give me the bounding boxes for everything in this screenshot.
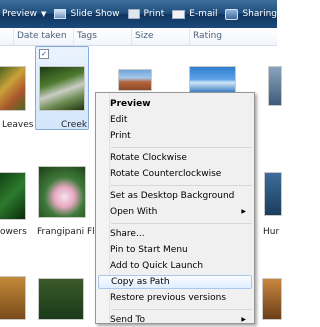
chevron-down-icon: ▼	[41, 10, 47, 18]
slideshow-button[interactable]: Slide Show	[50, 0, 123, 28]
thumbnail-row3-1[interactable]	[0, 276, 26, 320]
thumbnail-label-hurricane: Hur	[263, 227, 280, 237]
menu-item-copy-as-path[interactable]: Copy as Path	[98, 275, 252, 289]
menu-item-share[interactable]: Share...	[98, 227, 252, 241]
thumbnail-flowers[interactable]	[0, 172, 26, 220]
menu-separator	[111, 147, 252, 148]
thumbnail-creek[interactable]	[39, 66, 85, 111]
sharing-label: Sharing Settin	[242, 9, 277, 19]
menu-item-print[interactable]: Print	[98, 129, 252, 143]
menu-item-set-desktop-background[interactable]: Set as Desktop Background	[98, 189, 252, 203]
column-header-tags[interactable]: Tags	[74, 28, 132, 45]
email-icon	[172, 9, 186, 19]
thumbnail-label-frangipani: Frangipani Fl	[37, 227, 95, 237]
column-header-date-taken[interactable]: Date taken	[14, 28, 74, 45]
menu-item-open-with[interactable]: Open With ▶	[98, 205, 252, 219]
thumbnail-frangipani[interactable]	[38, 166, 86, 218]
thumbnail-label-creek: Creek	[61, 120, 88, 130]
thumbnail-row3-2[interactable]	[38, 278, 84, 320]
column-header-size[interactable]: Size	[132, 28, 190, 45]
menu-item-add-to-quick-launch[interactable]: Add to Quick Launch	[98, 259, 252, 273]
menu-item-edit[interactable]: Edit	[98, 113, 252, 127]
thumbnail-edge-1[interactable]	[268, 66, 282, 106]
thumbnail-label-flowers: owers	[0, 227, 27, 237]
column-header-blank[interactable]	[0, 28, 14, 45]
menu-separator	[111, 185, 252, 186]
column-headers: Date taken Tags Size Rating	[0, 28, 277, 46]
email-button[interactable]: E-mail	[168, 0, 221, 28]
slideshow-icon	[54, 9, 67, 19]
print-button[interactable]: Print	[124, 0, 169, 28]
thumbnail-row3-3[interactable]	[262, 278, 282, 320]
submenu-arrow-icon: ▶	[241, 316, 246, 323]
thumbnail-leaves[interactable]	[0, 66, 26, 111]
printer-icon	[127, 9, 140, 19]
slideshow-label: Slide Show	[70, 9, 120, 19]
menu-item-send-to[interactable]: Send To ▶	[98, 313, 252, 327]
preview-label: Preview	[2, 9, 38, 19]
thumbnail-desert[interactable]	[118, 69, 152, 91]
column-header-rating[interactable]: Rating	[190, 28, 277, 45]
thumbnail-label-leaves: Leaves	[2, 120, 34, 130]
submenu-arrow-icon: ▶	[241, 208, 246, 215]
menu-item-pin-to-start[interactable]: Pin to Start Menu	[98, 243, 252, 257]
preview-button[interactable]: Preview ▼	[0, 0, 50, 28]
thumbnail-hurricane[interactable]	[264, 172, 282, 216]
thumbnail-sea[interactable]	[189, 66, 236, 93]
print-label: Print	[143, 9, 165, 19]
menu-separator	[111, 309, 252, 310]
menu-item-rotate-clockwise[interactable]: Rotate Clockwise	[98, 151, 252, 165]
context-menu: Preview Edit Print Rotate Clockwise Rota…	[95, 92, 255, 327]
command-toolbar: Preview ▼ Slide Show Print E-mail Sharin…	[0, 0, 277, 28]
menu-item-rotate-counterclockwise[interactable]: Rotate Counterclockwise	[98, 167, 252, 181]
sharing-settings-button[interactable]: Sharing Settin	[221, 0, 277, 28]
menu-separator	[111, 223, 252, 224]
selection-checkbox[interactable]: ✓	[39, 49, 49, 59]
menu-item-send-to-label: Send To	[110, 315, 146, 325]
menu-item-restore-previous-versions[interactable]: Restore previous versions	[98, 291, 252, 305]
menu-item-preview[interactable]: Preview	[98, 97, 252, 111]
menu-item-open-with-label: Open With	[110, 207, 158, 217]
sharing-icon	[225, 8, 239, 20]
email-label: E-mail	[189, 9, 218, 19]
